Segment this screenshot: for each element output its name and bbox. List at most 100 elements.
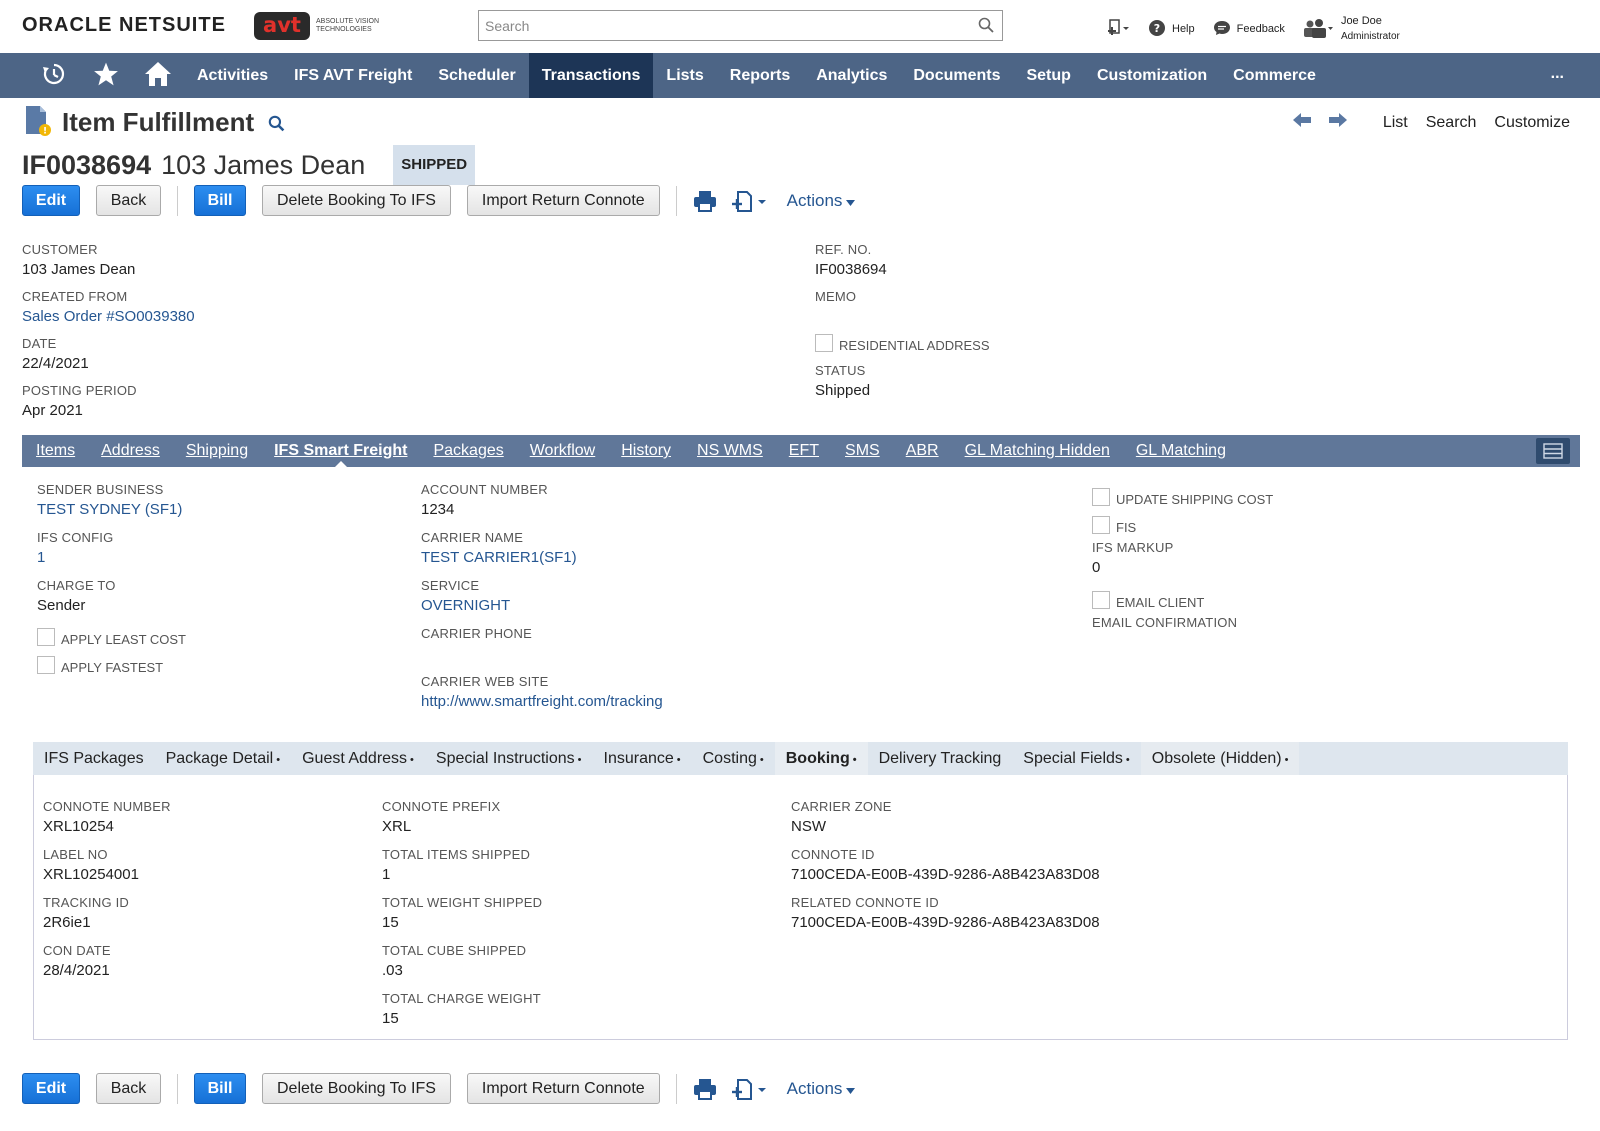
global-search-input[interactable]	[479, 11, 959, 40]
residential-address-checkbox[interactable]	[815, 333, 833, 352]
label-no-field: LABEL NO XRL10254001	[43, 847, 139, 883]
fis-checkbox[interactable]	[1092, 515, 1110, 534]
back-button[interactable]: Back	[96, 1073, 161, 1104]
ifs-markup-field: IFS MARKUP 0	[1092, 540, 1173, 576]
star-icon	[93, 61, 119, 90]
nav-activities[interactable]: Activities	[184, 53, 281, 98]
record-search-icon[interactable]	[268, 115, 285, 135]
print-icon[interactable]	[693, 1078, 717, 1100]
tab-dot-indicator: •	[577, 754, 582, 766]
email-confirmation-field: EMAIL CONFIRMATION	[1092, 615, 1237, 634]
subtab-packages[interactable]: Packages	[420, 435, 516, 467]
subtab-history[interactable]: History	[608, 435, 684, 467]
edit-button[interactable]: Edit	[22, 185, 80, 216]
export-document-icon[interactable]	[731, 190, 769, 212]
inner-tab-special-fields[interactable]: Special Fields •	[1012, 742, 1140, 775]
subtab-ifs-smart-freight[interactable]: IFS Smart Freight	[261, 435, 420, 467]
nav-scheduler[interactable]: Scheduler	[425, 53, 528, 98]
export-document-icon[interactable]	[731, 1078, 769, 1100]
bill-button[interactable]: Bill	[194, 185, 246, 216]
customer-value: 103 James Dean	[22, 261, 136, 278]
user-menu[interactable]: Joe Doe Administrator	[1303, 14, 1400, 44]
subtab-shipping[interactable]: Shipping	[173, 435, 261, 467]
search-icon[interactable]	[978, 17, 994, 36]
svg-text:!: !	[43, 127, 47, 137]
email-confirmation-label: EMAIL CONFIRMATION	[1092, 615, 1238, 630]
help-link[interactable]: ? Help	[1148, 19, 1195, 40]
inner-tab-costing[interactable]: Costing •	[692, 742, 775, 775]
tab-dot-indicator: •	[852, 754, 857, 766]
email-client-checkbox[interactable]	[1092, 590, 1110, 609]
subtab-ns-wms[interactable]: NS WMS	[684, 435, 776, 467]
inner-tab-special-instructions[interactable]: Special Instructions •	[425, 742, 593, 775]
caret-down-icon	[846, 1079, 856, 1099]
import-return-connote-button[interactable]: Import Return Connote	[466, 185, 660, 216]
inner-tab-guest-address[interactable]: Guest Address •	[291, 742, 425, 775]
back-button[interactable]: Back	[96, 185, 161, 216]
apply-fastest-checkbox[interactable]	[37, 655, 55, 674]
import-return-connote-button[interactable]: Import Return Connote	[466, 1073, 660, 1104]
recent-records-button[interactable]	[28, 53, 80, 98]
posting-period-value: Apr 2021	[22, 402, 83, 419]
sender-business-link[interactable]: TEST SYDNEY (SF1)	[37, 501, 182, 518]
subtab-workflow[interactable]: Workflow	[517, 435, 609, 467]
nav-commerce[interactable]: Commerce	[1220, 53, 1329, 98]
customize-link[interactable]: Customize	[1494, 114, 1570, 132]
favorites-button[interactable]	[80, 53, 132, 98]
subtab-view-toggle-icon[interactable]	[1536, 438, 1570, 464]
created-from-link[interactable]: Sales Order #SO0039380	[22, 308, 195, 325]
home-button[interactable]	[132, 53, 184, 98]
nav-ifs-avt-freight[interactable]: IFS AVT Freight	[281, 53, 425, 98]
nav-transactions[interactable]: Transactions	[528, 53, 654, 98]
carrier-name-link[interactable]: TEST CARRIER1(SF1)	[421, 549, 577, 566]
nav-more-button[interactable]: ...	[1551, 53, 1564, 95]
subtab-sms[interactable]: SMS	[832, 435, 893, 467]
edit-button[interactable]: Edit	[22, 1073, 80, 1104]
nav-reports[interactable]: Reports	[717, 53, 803, 98]
update-shipping-cost-checkbox[interactable]	[1092, 487, 1110, 506]
nav-lists[interactable]: Lists	[653, 53, 716, 98]
inner-tab-booking[interactable]: Booking •	[774, 742, 868, 775]
related-connote-id-value: 7100CEDA-E00B-439D-9286-A8B423A83D08	[791, 914, 1100, 931]
subtab-abr[interactable]: ABR	[893, 435, 952, 467]
inner-tab-insurance[interactable]: Insurance •	[593, 742, 692, 775]
feedback-link[interactable]: Feedback	[1213, 19, 1285, 40]
inner-tab-obsolete-hidden[interactable]: Obsolete (Hidden) •	[1140, 742, 1300, 775]
subtab-gl-matching-hidden[interactable]: GL Matching Hidden	[952, 435, 1123, 467]
fis-label: FIS	[1116, 520, 1137, 535]
connote-id-value: 7100CEDA-E00B-439D-9286-A8B423A83D08	[791, 866, 1100, 883]
inner-tab-package-detail[interactable]: Package Detail •	[155, 742, 291, 775]
related-connote-id-field: RELATED CONNOTE ID 7100CEDA-E00B-439D-92…	[791, 895, 1100, 931]
bill-button[interactable]: Bill	[194, 1073, 246, 1104]
actions-menu[interactable]: Actions	[787, 1079, 856, 1099]
inner-tab-delivery-tracking[interactable]: Delivery Tracking	[868, 742, 1013, 775]
carrier-web-site-link[interactable]: http://www.smartfreight.com/tracking	[421, 693, 663, 710]
nav-analytics[interactable]: Analytics	[803, 53, 900, 98]
previous-record-arrow-icon[interactable]	[1292, 113, 1311, 132]
subtab-address[interactable]: Address	[88, 435, 173, 467]
subtab-gl-matching[interactable]: GL Matching	[1123, 435, 1239, 467]
con-date-field: CON DATE 28/4/2021	[43, 943, 111, 979]
next-record-arrow-icon[interactable]	[1328, 113, 1347, 132]
delete-booking-button[interactable]: Delete Booking To IFS	[262, 1073, 451, 1104]
inner-tab-label: Special Instructions	[435, 750, 575, 767]
subtab-items[interactable]: Items	[23, 435, 88, 467]
create-new-menu[interactable]	[1108, 18, 1130, 40]
inner-tab-ifs-packages[interactable]: IFS Packages	[33, 742, 155, 775]
delete-booking-button[interactable]: Delete Booking To IFS	[262, 185, 451, 216]
nav-setup[interactable]: Setup	[1013, 53, 1083, 98]
nav-documents[interactable]: Documents	[900, 53, 1013, 98]
subtab-eft[interactable]: EFT	[776, 435, 832, 467]
list-link[interactable]: List	[1383, 114, 1408, 132]
inner-tab-label: Special Fields	[1023, 750, 1123, 767]
print-icon[interactable]	[693, 190, 717, 212]
ifs-config-link[interactable]: 1	[37, 549, 113, 566]
oracle-netsuite-logo[interactable]: ORACLE NETSUITE	[22, 14, 226, 37]
actions-menu[interactable]: Actions	[787, 191, 856, 211]
service-link[interactable]: OVERNIGHT	[421, 597, 510, 614]
search-link[interactable]: Search	[1426, 114, 1477, 132]
avt-logo-mark: avt	[254, 12, 310, 40]
inner-tab-label: Insurance	[603, 750, 674, 767]
nav-customization[interactable]: Customization	[1084, 53, 1220, 98]
apply-least-cost-checkbox[interactable]	[37, 627, 55, 646]
